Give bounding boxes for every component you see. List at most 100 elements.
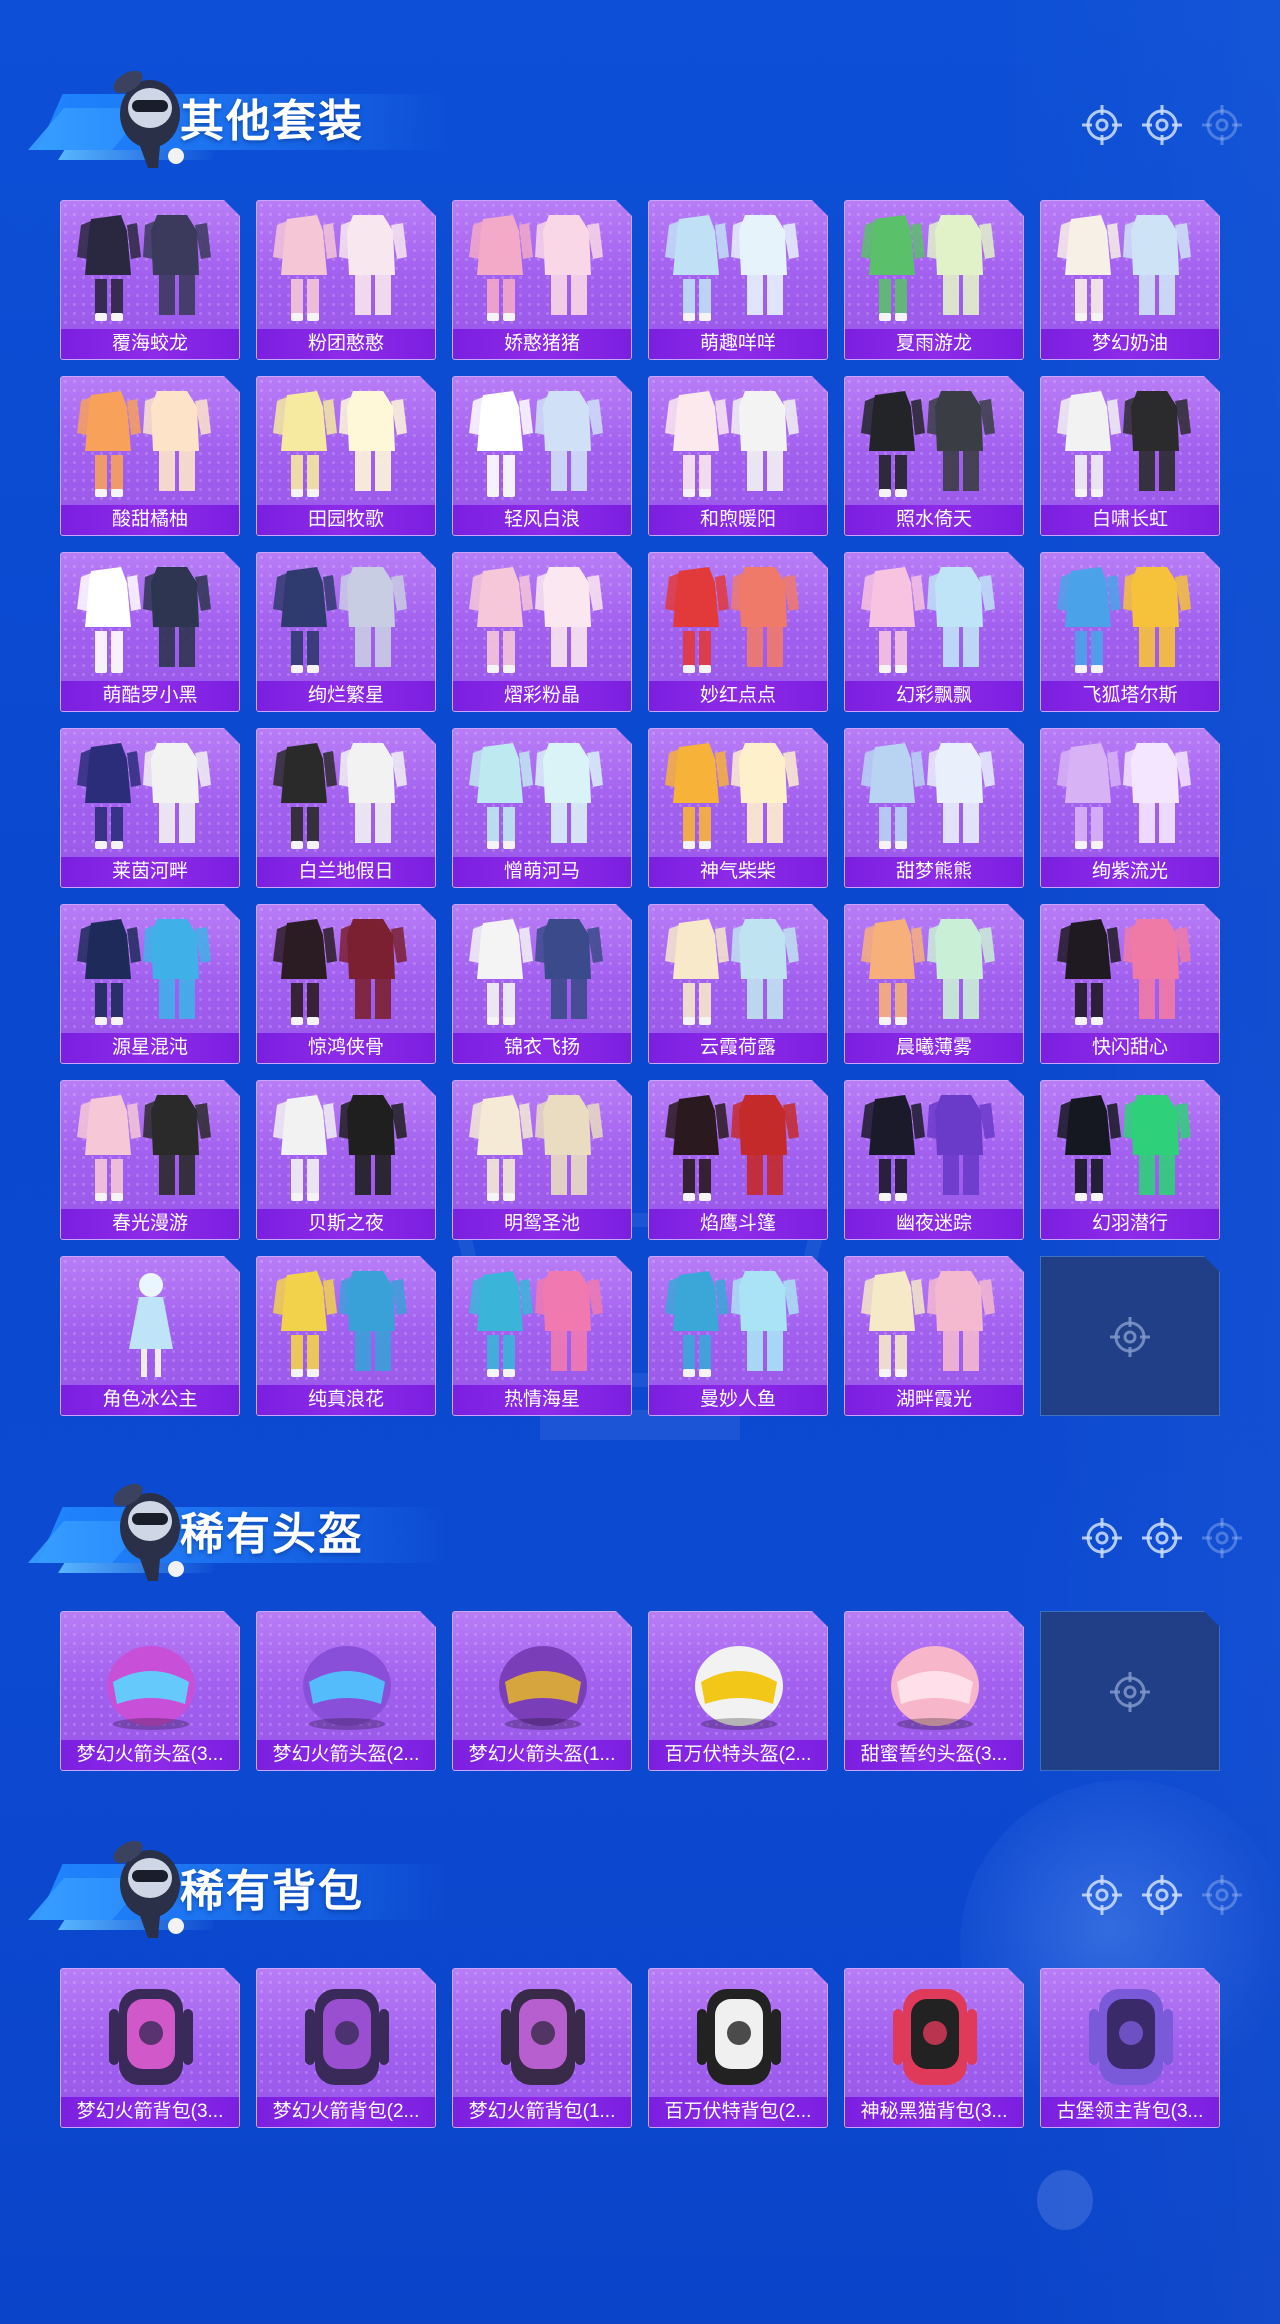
outfit-icon bbox=[845, 553, 1024, 681]
item-card[interactable]: 夏雨游龙 bbox=[844, 200, 1024, 360]
outfit-icon bbox=[649, 1257, 828, 1385]
item-label: 憎萌河马 bbox=[453, 857, 631, 887]
item-card[interactable]: 幻彩飘飘 bbox=[844, 552, 1024, 712]
item-card[interactable]: 憎萌河马 bbox=[452, 728, 632, 888]
item-card[interactable]: 和煦暖阳 bbox=[648, 376, 828, 536]
item-card[interactable]: 幽夜迷踪 bbox=[844, 1080, 1024, 1240]
item-label: 幻羽潜行 bbox=[1041, 1209, 1219, 1239]
item-card[interactable]: 照水倚天 bbox=[844, 376, 1024, 536]
backpack-icon bbox=[61, 1969, 240, 2097]
item-card[interactable]: 甜梦熊熊 bbox=[844, 728, 1024, 888]
outfit-icon bbox=[257, 729, 436, 857]
item-card[interactable]: 覆海蛟龙 bbox=[60, 200, 240, 360]
crosshair-icon bbox=[1142, 1875, 1182, 1915]
item-grid: 覆海蛟龙 粉团憨憨 娇憨猪猪 萌趣咩咩 夏雨游龙 梦幻奶油酸甜橘柚 田园牧歌 轻风白浪 和煦暖阳… bbox=[60, 200, 1220, 1416]
section-title: 稀有背包 bbox=[180, 1867, 364, 1916]
item-label: 照水倚天 bbox=[845, 505, 1023, 535]
crosshair-icon bbox=[1202, 1875, 1242, 1915]
item-card[interactable]: 莱茵河畔 bbox=[60, 728, 240, 888]
item-card[interactable]: 百万伏特头盔(2... bbox=[648, 1611, 828, 1771]
outfit-icon bbox=[61, 201, 240, 329]
item-card[interactable]: 惊鸿侠骨 bbox=[256, 904, 436, 1064]
section-rare-helmets: 稀有头盔 梦幻火箭头盔(3... 梦幻火箭头盔(2... 梦幻火箭头盔(1... 百万… bbox=[0, 1463, 1280, 1783]
outfit-icon bbox=[649, 905, 828, 1033]
backpack-icon bbox=[453, 1969, 632, 2097]
outfit-icon bbox=[1041, 729, 1220, 857]
item-label: 云霞荷露 bbox=[649, 1033, 827, 1063]
empty-slot bbox=[1040, 1256, 1220, 1416]
item-card[interactable]: 百万伏特背包(2... bbox=[648, 1968, 828, 2128]
item-card[interactable]: 神秘黑猫背包(3... bbox=[844, 1968, 1024, 2128]
item-card[interactable]: 萌趣咩咩 bbox=[648, 200, 828, 360]
item-label: 幻彩飘飘 bbox=[845, 681, 1023, 711]
item-card[interactable]: 梦幻火箭背包(2... bbox=[256, 1968, 436, 2128]
item-card[interactable]: 粉团憨憨 bbox=[256, 200, 436, 360]
item-card[interactable]: 角色冰公主 bbox=[60, 1256, 240, 1416]
item-card[interactable]: 梦幻火箭头盔(1... bbox=[452, 1611, 632, 1771]
outfit-icon bbox=[845, 201, 1024, 329]
outfit-icon bbox=[1041, 1081, 1220, 1209]
outfit-icon bbox=[257, 1257, 436, 1385]
crosshair-icon bbox=[1082, 1518, 1122, 1558]
item-label: 夏雨游龙 bbox=[845, 329, 1023, 359]
section-title: 稀有头盔 bbox=[180, 1510, 364, 1559]
item-card[interactable]: 妙红点点 bbox=[648, 552, 828, 712]
item-label: 梦幻奶油 bbox=[1041, 329, 1219, 359]
item-card[interactable]: 热情海星 bbox=[452, 1256, 632, 1416]
item-card[interactable]: 幻羽潜行 bbox=[1040, 1080, 1220, 1240]
item-label: 和煦暖阳 bbox=[649, 505, 827, 535]
crosshair-icon bbox=[1202, 1518, 1242, 1558]
item-card[interactable]: 梦幻奶油 bbox=[1040, 200, 1220, 360]
item-card[interactable]: 锦衣飞扬 bbox=[452, 904, 632, 1064]
item-label: 甜蜜誓约头盔(3... bbox=[845, 1740, 1023, 1770]
item-label: 焰鹰斗篷 bbox=[649, 1209, 827, 1239]
item-card[interactable]: 白啸长虹 bbox=[1040, 376, 1220, 536]
outfit-icon bbox=[649, 729, 828, 857]
section-header: 稀有背包 bbox=[28, 1820, 448, 1938]
item-card[interactable]: 湖畔霞光 bbox=[844, 1256, 1024, 1416]
item-card[interactable]: 田园牧歌 bbox=[256, 376, 436, 536]
item-label: 妙红点点 bbox=[649, 681, 827, 711]
item-card[interactable]: 焰鹰斗篷 bbox=[648, 1080, 828, 1240]
item-card[interactable]: 云霞荷露 bbox=[648, 904, 828, 1064]
crosshair-icon bbox=[1108, 1315, 1152, 1359]
outfit-icon bbox=[453, 729, 632, 857]
section-header: 稀有头盔 bbox=[28, 1463, 448, 1581]
item-label: 梦幻火箭背包(2... bbox=[257, 2097, 435, 2127]
item-card[interactable]: 萌酷罗小黑 bbox=[60, 552, 240, 712]
item-label: 热情海星 bbox=[453, 1385, 631, 1415]
item-card[interactable]: 梦幻火箭背包(1... bbox=[452, 1968, 632, 2128]
helmet-icon bbox=[61, 1612, 240, 1740]
item-card[interactable]: 春光漫游 bbox=[60, 1080, 240, 1240]
item-label: 绚紫流光 bbox=[1041, 857, 1219, 887]
target-indicators bbox=[1080, 1510, 1260, 1566]
item-card[interactable]: 白兰地假日 bbox=[256, 728, 436, 888]
item-card[interactable]: 贝斯之夜 bbox=[256, 1080, 436, 1240]
item-label: 纯真浪花 bbox=[257, 1385, 435, 1415]
item-card[interactable]: 梦幻火箭头盔(3... bbox=[60, 1611, 240, 1771]
item-card[interactable]: 绚烂繁星 bbox=[256, 552, 436, 712]
item-label: 梦幻火箭头盔(3... bbox=[61, 1740, 239, 1770]
item-card[interactable]: 神气柴柴 bbox=[648, 728, 828, 888]
item-label: 酸甜橘柚 bbox=[61, 505, 239, 535]
item-card[interactable]: 酸甜橘柚 bbox=[60, 376, 240, 536]
item-card[interactable]: 曼妙人鱼 bbox=[648, 1256, 828, 1416]
outfit-icon bbox=[61, 905, 240, 1033]
item-label: 曼妙人鱼 bbox=[649, 1385, 827, 1415]
item-card[interactable]: 源星混沌 bbox=[60, 904, 240, 1064]
item-card[interactable]: 娇憨猪猪 bbox=[452, 200, 632, 360]
item-card[interactable]: 绚紫流光 bbox=[1040, 728, 1220, 888]
item-card[interactable]: 梦幻火箭背包(3... bbox=[60, 1968, 240, 2128]
item-grid: 梦幻火箭背包(3... 梦幻火箭背包(2... 梦幻火箭背包(1... 百万伏特背包(… bbox=[60, 1968, 1220, 2128]
item-card[interactable]: 古堡领主背包(3... bbox=[1040, 1968, 1220, 2128]
item-card[interactable]: 熠彩粉晶 bbox=[452, 552, 632, 712]
item-card[interactable]: 飞狐塔尔斯 bbox=[1040, 552, 1220, 712]
item-card[interactable]: 明鸳圣池 bbox=[452, 1080, 632, 1240]
item-card[interactable]: 梦幻火箭头盔(2... bbox=[256, 1611, 436, 1771]
item-card[interactable]: 快闪甜心 bbox=[1040, 904, 1220, 1064]
item-label: 快闪甜心 bbox=[1041, 1033, 1219, 1063]
item-card[interactable]: 轻风白浪 bbox=[452, 376, 632, 536]
item-card[interactable]: 纯真浪花 bbox=[256, 1256, 436, 1416]
item-card[interactable]: 晨曦薄雾 bbox=[844, 904, 1024, 1064]
item-card[interactable]: 甜蜜誓约头盔(3... bbox=[844, 1611, 1024, 1771]
